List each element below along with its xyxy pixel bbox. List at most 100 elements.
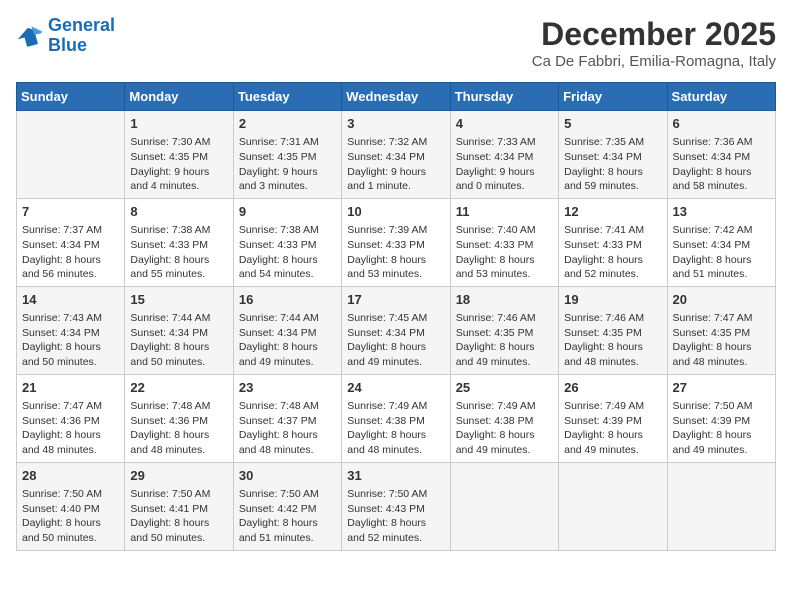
day-info: Sunrise: 7:50 AM Sunset: 4:40 PM Dayligh…: [22, 487, 119, 546]
calendar-cell: 29 Sunrise: 7:50 AM Sunset: 4:41 PM Dayli…: [125, 462, 233, 550]
calendar-table: SundayMondayTuesdayWednesdayThursdayFrid…: [16, 82, 776, 551]
day-number: 21: [22, 379, 119, 397]
day-number: 19: [564, 291, 661, 309]
calendar-cell: 27 Sunrise: 7:50 AM Sunset: 4:39 PM Dayli…: [667, 374, 775, 462]
day-info: Sunrise: 7:49 AM Sunset: 4:38 PM Dayligh…: [347, 399, 444, 458]
calendar-cell: 4 Sunrise: 7:33 AM Sunset: 4:34 PM Daylig…: [450, 111, 558, 199]
day-info: Sunrise: 7:43 AM Sunset: 4:34 PM Dayligh…: [22, 311, 119, 370]
week-row-3: 21 Sunrise: 7:47 AM Sunset: 4:36 PM Dayli…: [17, 374, 776, 462]
calendar-cell: 23 Sunrise: 7:48 AM Sunset: 4:37 PM Dayli…: [233, 374, 341, 462]
weekday-header-sunday: Sunday: [17, 83, 125, 111]
day-number: 23: [239, 379, 336, 397]
day-number: 2: [239, 115, 336, 133]
day-number: 18: [456, 291, 553, 309]
day-info: Sunrise: 7:40 AM Sunset: 4:33 PM Dayligh…: [456, 223, 553, 282]
day-info: Sunrise: 7:47 AM Sunset: 4:35 PM Dayligh…: [673, 311, 770, 370]
day-info: Sunrise: 7:45 AM Sunset: 4:34 PM Dayligh…: [347, 311, 444, 370]
day-info: Sunrise: 7:31 AM Sunset: 4:35 PM Dayligh…: [239, 135, 336, 194]
calendar-cell: 15 Sunrise: 7:44 AM Sunset: 4:34 PM Dayli…: [125, 286, 233, 374]
day-info: Sunrise: 7:49 AM Sunset: 4:38 PM Dayligh…: [456, 399, 553, 458]
day-number: 20: [673, 291, 770, 309]
day-info: Sunrise: 7:37 AM Sunset: 4:34 PM Dayligh…: [22, 223, 119, 282]
week-row-1: 7 Sunrise: 7:37 AM Sunset: 4:34 PM Daylig…: [17, 198, 776, 286]
day-number: 13: [673, 203, 770, 221]
calendar-cell: 3 Sunrise: 7:32 AM Sunset: 4:34 PM Daylig…: [342, 111, 450, 199]
day-info: Sunrise: 7:46 AM Sunset: 4:35 PM Dayligh…: [564, 311, 661, 370]
calendar-cell: 28 Sunrise: 7:50 AM Sunset: 4:40 PM Dayli…: [17, 462, 125, 550]
day-info: Sunrise: 7:36 AM Sunset: 4:34 PM Dayligh…: [673, 135, 770, 194]
day-number: 10: [347, 203, 444, 221]
day-info: Sunrise: 7:50 AM Sunset: 4:41 PM Dayligh…: [130, 487, 227, 546]
day-number: 9: [239, 203, 336, 221]
day-number: 29: [130, 467, 227, 485]
weekday-header-tuesday: Tuesday: [233, 83, 341, 111]
calendar-cell: 20 Sunrise: 7:47 AM Sunset: 4:35 PM Dayli…: [667, 286, 775, 374]
calendar-cell: 5 Sunrise: 7:35 AM Sunset: 4:34 PM Daylig…: [559, 111, 667, 199]
week-row-0: 1Sunrise: 7:30 AM Sunset: 4:35 PM Daylig…: [17, 111, 776, 199]
calendar-cell: 16Sunrise: 7:44 AM Sunset: 4:34 PM Dayli…: [233, 286, 341, 374]
day-info: Sunrise: 7:38 AM Sunset: 4:33 PM Dayligh…: [239, 223, 336, 282]
day-info: Sunrise: 7:50 AM Sunset: 4:39 PM Dayligh…: [673, 399, 770, 458]
day-number: 28: [22, 467, 119, 485]
day-info: Sunrise: 7:46 AM Sunset: 4:35 PM Dayligh…: [456, 311, 553, 370]
calendar-cell: 21 Sunrise: 7:47 AM Sunset: 4:36 PM Dayli…: [17, 374, 125, 462]
day-info: Sunrise: 7:47 AM Sunset: 4:36 PM Dayligh…: [22, 399, 119, 458]
day-number: 7: [22, 203, 119, 221]
day-info: Sunrise: 7:32 AM Sunset: 4:34 PM Dayligh…: [347, 135, 444, 194]
day-info: Sunrise: 7:44 AM Sunset: 4:34 PM Dayligh…: [130, 311, 227, 370]
calendar-cell: 22 Sunrise: 7:48 AM Sunset: 4:36 PM Dayli…: [125, 374, 233, 462]
weekday-header-monday: Monday: [125, 83, 233, 111]
logo-icon: [16, 22, 44, 50]
day-info: Sunrise: 7:39 AM Sunset: 4:33 PM Dayligh…: [347, 223, 444, 282]
week-row-4: 28 Sunrise: 7:50 AM Sunset: 4:40 PM Dayli…: [17, 462, 776, 550]
calendar-cell: 8Sunrise: 7:38 AM Sunset: 4:33 PM Daylig…: [125, 198, 233, 286]
calendar-cell: 31Sunrise: 7:50 AM Sunset: 4:43 PM Dayli…: [342, 462, 450, 550]
calendar-cell: [667, 462, 775, 550]
day-info: Sunrise: 7:33 AM Sunset: 4:34 PM Dayligh…: [456, 135, 553, 194]
day-number: 17: [347, 291, 444, 309]
calendar-cell: 6 Sunrise: 7:36 AM Sunset: 4:34 PM Daylig…: [667, 111, 775, 199]
day-number: 4: [456, 115, 553, 133]
calendar-subtitle: Ca De Fabbri, Emilia-Romagna, Italy: [532, 53, 776, 70]
calendar-cell: 13 Sunrise: 7:42 AM Sunset: 4:34 PM Dayli…: [667, 198, 775, 286]
calendar-cell: 14 Sunrise: 7:43 AM Sunset: 4:34 PM Dayli…: [17, 286, 125, 374]
day-number: 26: [564, 379, 661, 397]
week-row-2: 14 Sunrise: 7:43 AM Sunset: 4:34 PM Dayli…: [17, 286, 776, 374]
day-number: 8: [130, 203, 227, 221]
day-info: Sunrise: 7:49 AM Sunset: 4:39 PM Dayligh…: [564, 399, 661, 458]
calendar-cell: [559, 462, 667, 550]
logo: General Blue: [16, 16, 115, 56]
calendar-title: December 2025: [532, 16, 776, 53]
weekday-header-thursday: Thursday: [450, 83, 558, 111]
calendar-cell: 26 Sunrise: 7:49 AM Sunset: 4:39 PM Dayli…: [559, 374, 667, 462]
weekday-header-wednesday: Wednesday: [342, 83, 450, 111]
day-number: 3: [347, 115, 444, 133]
day-number: 24: [347, 379, 444, 397]
day-number: 16: [239, 291, 336, 309]
day-number: 27: [673, 379, 770, 397]
calendar-cell: 11 Sunrise: 7:40 AM Sunset: 4:33 PM Dayli…: [450, 198, 558, 286]
calendar-cell: 24 Sunrise: 7:49 AM Sunset: 4:38 PM Dayli…: [342, 374, 450, 462]
calendar-cell: 17 Sunrise: 7:45 AM Sunset: 4:34 PM Dayli…: [342, 286, 450, 374]
calendar-cell: 12Sunrise: 7:41 AM Sunset: 4:33 PM Dayli…: [559, 198, 667, 286]
day-number: 30: [239, 467, 336, 485]
weekday-header-friday: Friday: [559, 83, 667, 111]
day-info: Sunrise: 7:41 AM Sunset: 4:33 PM Dayligh…: [564, 223, 661, 282]
day-info: Sunrise: 7:48 AM Sunset: 4:36 PM Dayligh…: [130, 399, 227, 458]
calendar-cell: [450, 462, 558, 550]
calendar-cell: 2 Sunrise: 7:31 AM Sunset: 4:35 PM Daylig…: [233, 111, 341, 199]
day-number: 14: [22, 291, 119, 309]
day-info: Sunrise: 7:35 AM Sunset: 4:34 PM Dayligh…: [564, 135, 661, 194]
calendar-cell: 7 Sunrise: 7:37 AM Sunset: 4:34 PM Daylig…: [17, 198, 125, 286]
day-number: 22: [130, 379, 227, 397]
day-info: Sunrise: 7:42 AM Sunset: 4:34 PM Dayligh…: [673, 223, 770, 282]
header: General Blue December 2025 Ca De Fabbri,…: [16, 16, 776, 70]
day-info: Sunrise: 7:48 AM Sunset: 4:37 PM Dayligh…: [239, 399, 336, 458]
day-number: 6: [673, 115, 770, 133]
calendar-cell: 19 Sunrise: 7:46 AM Sunset: 4:35 PM Dayli…: [559, 286, 667, 374]
day-number: 15: [130, 291, 227, 309]
day-number: 11: [456, 203, 553, 221]
title-area: December 2025 Ca De Fabbri, Emilia-Romag…: [532, 16, 776, 70]
day-number: 1: [130, 115, 227, 133]
day-number: 5: [564, 115, 661, 133]
